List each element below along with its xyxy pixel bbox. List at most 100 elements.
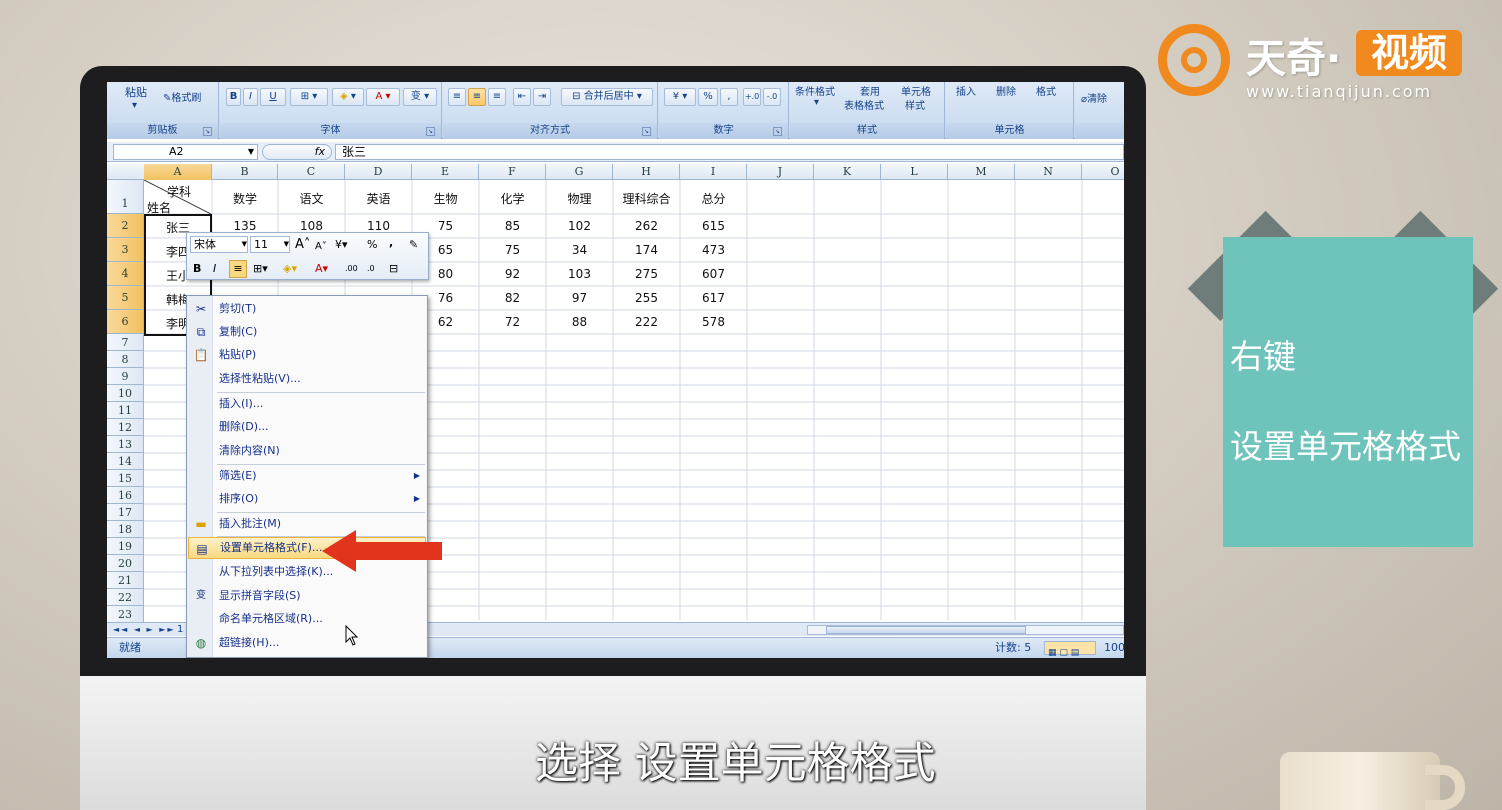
conditional-format-button[interactable]: 条件格式 [795,83,835,98]
font-launcher-icon[interactable]: ↘ [426,127,435,136]
mini-align-center-button[interactable]: ≡ [229,260,247,278]
column-header[interactable]: A [144,164,212,180]
score-cell[interactable]: 262 [613,219,680,233]
score-cell[interactable]: 75 [479,243,546,257]
row-header[interactable]: 15 [107,470,144,487]
decrease-decimal-button[interactable]: -.0 [763,88,781,106]
row-header[interactable]: 11 [107,402,144,419]
row-header[interactable]: 14 [107,453,144,470]
row-header[interactable]: 6 [107,310,144,334]
insert-function-button[interactable]: fx [262,144,332,160]
currency-format-button[interactable]: ¥ ▾ [664,88,696,106]
menu-filter[interactable]: 筛选(E) ▶ [188,465,426,487]
column-header[interactable]: L [881,164,948,180]
percent-button[interactable]: % [698,88,718,106]
menu-paste[interactable]: 📋 粘贴(P) [188,344,426,366]
table-header-cell[interactable]: 数学 [212,190,278,207]
table-format-button[interactable]: 套用 [860,83,880,98]
row-header[interactable]: 10 [107,385,144,402]
score-cell[interactable]: 85 [479,219,546,233]
row-header[interactable]: 9 [107,368,144,385]
column-header[interactable]: E [412,164,479,180]
delete-cells-button[interactable]: 删除 [996,83,1016,98]
column-header[interactable]: H [613,164,680,180]
row-header[interactable]: 12 [107,419,144,436]
number-launcher-icon[interactable]: ↘ [773,127,782,136]
score-cell[interactable]: 102 [546,219,613,233]
increase-decimal-button[interactable]: +.0 [743,88,761,106]
mini-font-color-button[interactable]: A▾ [315,261,328,277]
align-right-button[interactable]: ≡ [488,88,506,106]
alignment-launcher-icon[interactable]: ↘ [642,127,651,136]
menu-sort[interactable]: 排序(O) ▶ [188,488,426,510]
merge-center-button[interactable]: ⊟ 合并后居中 ▾ [561,88,653,106]
name-box[interactable]: A2 ▼ [113,144,258,160]
column-header[interactable]: M [948,164,1015,180]
name-box-dropdown-icon[interactable]: ▼ [248,145,254,159]
column-header[interactable]: J [747,164,814,180]
column-header[interactable]: O [1082,164,1124,180]
bold-button[interactable]: B [226,88,241,106]
score-cell-partial[interactable]: 108 [278,219,345,233]
score-cell[interactable]: 578 [680,315,747,329]
mini-borders-button[interactable]: ⊞▾ [253,261,268,277]
row-header[interactable]: 13 [107,436,144,453]
align-center-button[interactable]: ≡ [468,88,486,106]
clear-button[interactable]: ⌀清除 [1081,90,1107,105]
mini-currency-button[interactable]: ¥▾ [335,237,348,253]
paste-button[interactable]: 粘贴 [125,84,147,100]
score-cell[interactable]: 275 [613,267,680,281]
row-header[interactable]: 23 [107,606,144,623]
column-header[interactable]: B [212,164,278,180]
menu-define-name[interactable]: 命名单元格区域(R)... [188,608,426,630]
menu-copy[interactable]: ⧉ 复制(C) [188,321,426,343]
clipboard-launcher-icon[interactable]: ↘ [203,127,212,136]
align-left-button[interactable]: ≡ [448,88,466,106]
paste-dropdown-icon[interactable]: ▾ [132,100,137,111]
row-header[interactable]: 22 [107,589,144,606]
italic-button[interactable]: I [243,88,258,106]
score-cell[interactable]: 82 [479,291,546,305]
sheet-tab[interactable]: 1 [177,623,183,637]
score-cell[interactable]: 255 [613,291,680,305]
mini-font-select[interactable]: 宋体 ▼ [190,236,248,253]
format-painter-button[interactable]: ✎格式刷 [163,89,201,104]
score-cell[interactable]: 88 [546,315,613,329]
fill-color-button[interactable]: ◈ ▾ [332,88,364,106]
view-mode-buttons[interactable]: ▦ ▢ ▤ [1044,641,1096,658]
score-cell[interactable]: 615 [680,219,747,233]
menu-delete[interactable]: 删除(D)... [188,416,426,438]
row-header[interactable]: 5 [107,286,144,310]
row-header[interactable]: 19 [107,538,144,555]
cell-style-button[interactable]: 单元格 [901,83,931,98]
row-header[interactable]: 4 [107,262,144,286]
mini-increase-decimal-button[interactable]: .00 [345,261,358,277]
increase-indent-button[interactable]: ⇥ [533,88,551,106]
table-header-cell[interactable]: 英语 [345,190,412,207]
grow-font-button[interactable]: A˄ [295,237,310,253]
row-header[interactable]: 3 [107,238,144,262]
conditional-format-dropdown-icon[interactable]: ▾ [814,97,819,108]
zoom-level[interactable]: 100 [1104,638,1124,658]
score-cell[interactable]: 75 [412,219,479,233]
row-header[interactable]: 1 [107,180,144,214]
mini-merge-button[interactable]: ⊟ [389,261,398,277]
mini-comma-button[interactable]: , [389,235,393,251]
column-header[interactable]: F [479,164,546,180]
table-header-cell[interactable]: 化学 [479,190,546,207]
column-header[interactable]: N [1015,164,1082,180]
table-header-cell[interactable]: 物理 [546,190,613,207]
score-cell[interactable]: 617 [680,291,747,305]
score-cell[interactable]: 174 [613,243,680,257]
row-header[interactable]: 17 [107,504,144,521]
mini-italic-button[interactable]: I [213,261,216,277]
score-cell-partial[interactable]: 110 [345,219,412,233]
insert-cells-button[interactable]: 插入 [956,83,976,98]
mini-bold-button[interactable]: B [193,261,201,277]
shrink-font-button[interactable]: A˅ [315,239,327,255]
menu-paste-special[interactable]: 选择性粘贴(V)... [188,368,426,390]
column-header[interactable]: C [278,164,345,180]
row-header[interactable]: 8 [107,351,144,368]
table-header-cell[interactable]: 语文 [278,190,345,207]
menu-hyperlink[interactable]: ◍ 超链接(H)... [188,632,426,654]
